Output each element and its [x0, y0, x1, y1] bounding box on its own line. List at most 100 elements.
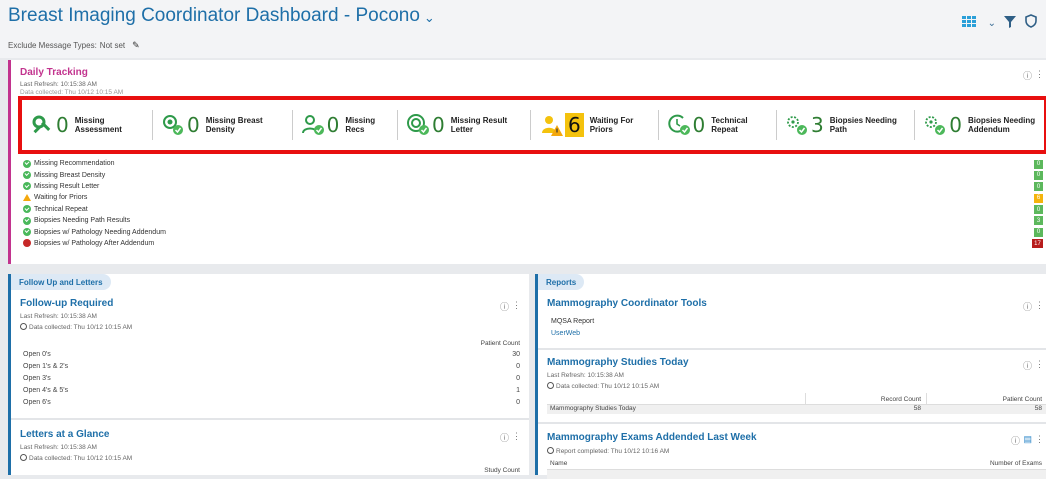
divider — [530, 110, 531, 140]
card-title[interactable]: Mammography Coordinator Tools — [547, 298, 707, 309]
card-title[interactable]: Mammography Studies Today — [547, 357, 689, 368]
data-collected: Data collected: Thu 10/12 10:15 AM — [29, 455, 133, 462]
info-icon[interactable]: ⓘ — [1023, 300, 1032, 313]
check-circle-icon — [23, 228, 31, 237]
mqsa-report-link[interactable]: MQSA Report — [551, 318, 594, 325]
kebab-menu-icon[interactable]: ⋮ — [1035, 434, 1044, 445]
chevron-down-icon[interactable]: ⌄ — [424, 10, 435, 26]
column-header: Name — [550, 460, 568, 467]
row-value: 0 — [516, 375, 520, 382]
filter-icon[interactable] — [1004, 15, 1016, 33]
list-item-label: Missing Result Letter — [34, 182, 100, 190]
divider — [397, 110, 399, 140]
tile-missing-assessment[interactable]: 0 Missing Assessment — [30, 113, 144, 137]
count-badge: 0 — [1034, 205, 1043, 215]
tile-count: 0 — [949, 113, 962, 137]
last-refresh: Last Refresh: 10:15:38 AM — [20, 444, 97, 451]
list-item[interactable]: Missing Result Letter 0 — [23, 181, 1043, 192]
count-badge: 0 — [1034, 170, 1043, 180]
count-badge: 17 — [1032, 239, 1043, 249]
tile-biopsies-needing-path[interactable]: 3 Biopsies Needing Path — [785, 113, 906, 137]
list-item[interactable]: Missing Recommendation 0 — [23, 158, 1043, 169]
info-icon[interactable]: ⓘ — [1011, 434, 1020, 447]
error-circle-icon — [23, 239, 31, 248]
tile-label: Biopsies Needing Path — [829, 116, 897, 134]
data-collected: Data collected: Thu 10/12 10:15 AM — [556, 383, 660, 390]
kebab-menu-icon[interactable]: ⋮ — [1035, 359, 1044, 370]
tile-technical-repeat[interactable]: 0 Technical Repeat — [667, 113, 769, 137]
kebab-menu-icon[interactable]: ⋮ — [1035, 69, 1044, 80]
info-icon[interactable]: ⓘ — [500, 300, 509, 313]
userweb-link[interactable]: UserWeb — [551, 330, 580, 337]
patient-count: 58 — [1034, 405, 1042, 412]
count-badge: 0 — [1034, 227, 1043, 237]
info-icon[interactable]: ⓘ — [1023, 359, 1032, 372]
tile-count: 6 — [564, 113, 584, 137]
section-tab[interactable]: Reports — [538, 274, 585, 290]
card-title[interactable]: Letters at a Glance — [20, 429, 109, 440]
chevron-down-icon[interactable]: ⌄ — [988, 18, 996, 29]
data-collected-row: Data collected: Thu 10/12 10:15 AM — [20, 454, 132, 462]
tile-missing-recs[interactable]: 0 Missing Recs — [301, 113, 390, 137]
check-circle-icon — [23, 171, 31, 180]
dashboard-title-dropdown[interactable]: Breast Imaging Coordinator Dashboard - P… — [8, 5, 435, 27]
card-title[interactable]: Follow-up Required — [20, 298, 113, 309]
last-refresh: Last Refresh: 10:15:38 AM — [20, 81, 97, 88]
list-item[interactable]: Missing Breast Density 0 — [23, 169, 1043, 180]
list-item[interactable]: Waiting for Priors 6 — [23, 192, 1043, 203]
table-row[interactable] — [547, 469, 1046, 479]
row-label: Open 4's & 5's — [23, 387, 69, 394]
section-tab[interactable]: Follow Up and Letters — [11, 274, 111, 290]
layout-grid-icon[interactable] — [961, 16, 980, 31]
repeat-check-icon — [667, 113, 691, 137]
tile-waiting-for-priors[interactable]: 6 Waiting For Priors — [539, 113, 650, 137]
row-label: Open 0's — [23, 351, 51, 358]
list-item[interactable]: Technical Repeat 0 — [23, 204, 1043, 215]
row-label: Open 3's — [23, 375, 51, 382]
info-icon[interactable]: ⓘ — [1023, 69, 1032, 82]
last-refresh: Last Refresh: 10:15:38 AM — [547, 372, 624, 379]
shield-icon[interactable] — [1024, 14, 1038, 33]
exclude-message-types: Exclude Message Types: Not set ✎ — [8, 40, 140, 51]
list-item[interactable]: Biopsies Needing Path Results 3 — [23, 215, 1043, 226]
kebab-menu-icon[interactable]: ⋮ — [512, 300, 521, 311]
list-item[interactable]: Biopsies w/ Pathology Needing Addendum 0 — [23, 226, 1043, 237]
follow-up-letters-section: Follow Up and Letters Follow-up Required… — [8, 274, 529, 475]
divider — [914, 110, 916, 140]
data-collected: Data collected: Thu 10/12 10:15 AM — [29, 324, 133, 331]
count-badge: 0 — [1034, 159, 1043, 169]
exclude-value: Not set — [99, 41, 126, 50]
reports-section: Reports Mammography Coordinator Tools ⓘ … — [535, 274, 1046, 479]
clock-icon — [20, 323, 27, 330]
tile-label: Technical Repeat — [711, 116, 748, 134]
card-title[interactable]: Mammography Exams Addended Last Week — [547, 432, 757, 443]
info-icon[interactable]: ⓘ — [500, 431, 509, 444]
tile-missing-result-letter[interactable]: 0 Missing Result Letter — [406, 113, 522, 137]
tile-biopsies-needing-addendum[interactable]: 0 Biopsies Needing Addendum — [923, 113, 1038, 137]
kebab-menu-icon[interactable]: ⋮ — [1035, 300, 1044, 311]
edit-pencil-icon[interactable]: ✎ — [132, 40, 140, 51]
last-refresh: Last Refresh: 10:15:38 AM — [20, 313, 97, 320]
tile-count: 0 — [56, 113, 69, 137]
list-item[interactable]: Biopsies w/ Pathology After Addendum 17 — [23, 238, 1043, 249]
header-toolbar: ⌄ — [961, 14, 1038, 33]
tile-label: Missing Recs — [345, 116, 376, 134]
document-icon[interactable]: ▤ — [1023, 434, 1032, 445]
row-label: Open 6's — [23, 399, 51, 406]
list-item-label: Waiting for Priors — [34, 194, 88, 202]
kebab-menu-icon[interactable]: ⋮ — [512, 431, 521, 442]
check-circle-icon — [23, 182, 31, 191]
list-item-label: Biopsies w/ Pathology Needing Addendum — [34, 228, 166, 236]
data-collected-row: Data collected: Thu 10/12 10:15 AM — [20, 323, 132, 331]
divider — [776, 110, 777, 140]
tile-count: 3 — [810, 113, 824, 137]
count-badge: 3 — [1034, 216, 1043, 226]
tile-missing-breast-density[interactable]: 0 Missing Breast Density — [161, 113, 284, 137]
report-completed-row: Report completed: Thu 10/12 10:16 AM — [547, 447, 669, 455]
row-value: 0 — [516, 363, 520, 370]
row-value: 1 — [516, 387, 520, 394]
tile-count: 0 — [432, 113, 445, 137]
divider — [538, 422, 1046, 424]
tile-count: 0 — [326, 113, 340, 137]
count-badge: 6 — [1034, 193, 1043, 203]
